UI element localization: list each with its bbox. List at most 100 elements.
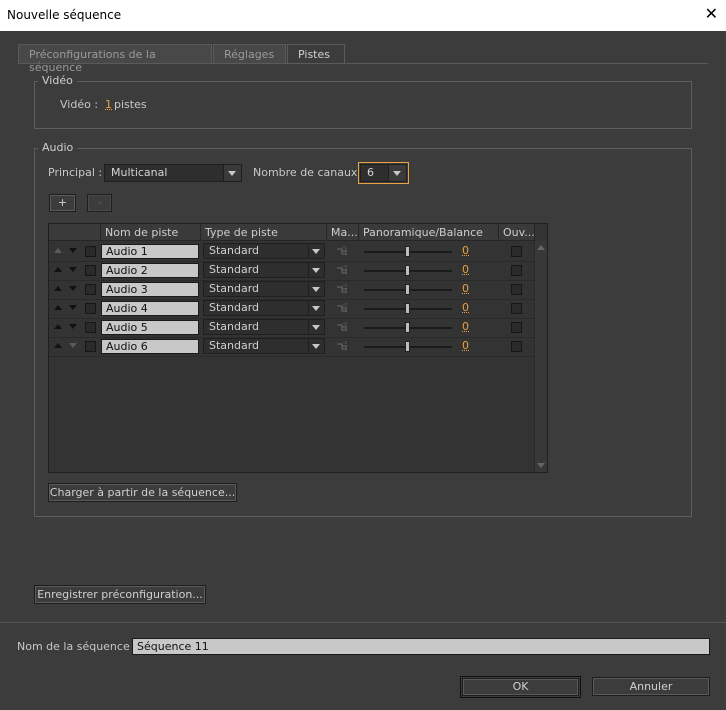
table-row[interactable]: Audio 6 Standard 0 xyxy=(49,337,535,357)
track-select-checkbox[interactable] xyxy=(85,303,96,314)
remove-track-button[interactable]: - xyxy=(87,194,112,212)
scroll-up-icon[interactable] xyxy=(537,245,545,250)
column-header-controls xyxy=(49,224,101,241)
open-track-checkbox[interactable] xyxy=(511,322,522,333)
cancel-button[interactable]: Annuler xyxy=(592,677,710,696)
channels-value: 6 xyxy=(367,166,374,179)
pan-slider-knob[interactable] xyxy=(405,265,410,276)
track-name-input[interactable]: Audio 6 xyxy=(101,339,199,354)
master-routing-icon xyxy=(337,303,347,313)
chevron-down-icon xyxy=(308,320,324,334)
principal-value: Multicanal xyxy=(111,166,168,179)
track-type-value: Standard xyxy=(209,282,260,295)
track-type-dropdown[interactable]: Standard xyxy=(203,262,325,278)
pan-value[interactable]: 0 xyxy=(462,282,469,295)
track-type-dropdown[interactable]: Standard xyxy=(203,243,325,259)
channels-dropdown[interactable]: 6 xyxy=(360,164,407,182)
track-select-checkbox[interactable] xyxy=(85,284,96,295)
table-row[interactable]: Audio 4 Standard 0 xyxy=(49,299,535,319)
pan-value[interactable]: 0 xyxy=(462,244,469,257)
pan-slider-knob[interactable] xyxy=(405,303,410,314)
chevron-down-icon xyxy=(308,339,324,353)
column-header-open[interactable]: Ouv... xyxy=(499,224,535,241)
column-header-name[interactable]: Nom de piste xyxy=(101,224,201,241)
master-routing-icon xyxy=(337,246,347,256)
save-preset-button[interactable]: Enregistrer préconfiguration... xyxy=(34,585,206,604)
move-down-icon[interactable] xyxy=(69,286,77,291)
track-name-input[interactable]: Audio 2 xyxy=(101,263,199,278)
column-header-pan[interactable]: Panoramique/Balance xyxy=(359,224,499,241)
track-select-checkbox[interactable] xyxy=(85,265,96,276)
open-track-checkbox[interactable] xyxy=(511,246,522,257)
move-up-icon[interactable] xyxy=(54,305,62,310)
table-row[interactable]: Audio 2 Standard 0 xyxy=(49,261,535,281)
pan-slider-knob[interactable] xyxy=(405,322,410,333)
pan-value[interactable]: 0 xyxy=(462,339,469,352)
track-name-input[interactable]: Audio 1 xyxy=(101,244,199,259)
track-type-value: Standard xyxy=(209,263,260,276)
track-select-checkbox[interactable] xyxy=(85,246,96,257)
track-select-checkbox[interactable] xyxy=(85,341,96,352)
table-row[interactable]: Audio 3 Standard 0 xyxy=(49,280,535,300)
move-up-icon[interactable] xyxy=(54,324,62,329)
move-up-icon xyxy=(54,248,62,253)
tab-tracks[interactable]: Pistes xyxy=(287,44,345,64)
principal-label: Principal : xyxy=(48,166,103,179)
pan-slider-knob[interactable] xyxy=(405,341,410,352)
pan-value[interactable]: 0 xyxy=(462,301,469,314)
tracks-table: Nom de piste Type de piste Ma... Panoram… xyxy=(48,223,548,473)
master-routing-icon xyxy=(337,265,347,275)
principal-dropdown[interactable]: Multicanal xyxy=(104,164,242,182)
move-up-icon[interactable] xyxy=(54,286,62,291)
move-down-icon[interactable] xyxy=(69,267,77,272)
track-type-dropdown[interactable]: Standard xyxy=(203,281,325,297)
sequence-name-input[interactable]: Séquence 11 xyxy=(132,638,710,655)
video-track-count[interactable]: 1 xyxy=(105,98,112,111)
open-track-checkbox[interactable] xyxy=(511,303,522,314)
move-down-icon[interactable] xyxy=(69,324,77,329)
chevron-down-icon xyxy=(223,165,241,181)
move-up-icon[interactable] xyxy=(54,343,62,348)
audio-group-label: Audio xyxy=(38,141,78,154)
ok-button[interactable]: OK xyxy=(462,678,579,696)
sequence-name-label: Nom de la séquence : xyxy=(17,640,137,653)
window-title: Nouvelle séquence xyxy=(7,8,122,22)
tab-divider xyxy=(18,63,708,64)
master-routing-icon xyxy=(337,284,347,294)
chevron-down-icon xyxy=(308,263,324,277)
chevron-down-icon xyxy=(388,165,406,181)
track-type-value: Standard xyxy=(209,244,260,257)
open-track-checkbox[interactable] xyxy=(511,284,522,295)
chevron-down-icon xyxy=(308,301,324,315)
video-group-label: Vidéo xyxy=(38,74,77,87)
move-up-icon[interactable] xyxy=(54,267,62,272)
track-type-value: Standard xyxy=(209,301,260,314)
move-down-icon[interactable] xyxy=(69,248,77,253)
close-icon[interactable]: ✕ xyxy=(705,4,718,23)
table-row[interactable]: Audio 1 Standard 0 xyxy=(49,242,535,262)
tab-presets[interactable]: Préconfigurations de la séquence xyxy=(18,44,212,74)
pan-slider-knob[interactable] xyxy=(405,246,410,257)
column-header-master[interactable]: Ma... xyxy=(327,224,359,241)
track-name-input[interactable]: Audio 3 xyxy=(101,282,199,297)
track-name-input[interactable]: Audio 5 xyxy=(101,320,199,335)
load-from-sequence-button[interactable]: Charger à partir de la séquence... xyxy=(48,483,237,502)
track-name-input[interactable]: Audio 4 xyxy=(101,301,199,316)
track-type-dropdown[interactable]: Standard xyxy=(203,300,325,316)
pan-slider-knob[interactable] xyxy=(405,284,410,295)
track-type-dropdown[interactable]: Standard xyxy=(203,319,325,335)
pan-value[interactable]: 0 xyxy=(462,263,469,276)
table-row[interactable]: Audio 5 Standard 0 xyxy=(49,318,535,338)
track-select-checkbox[interactable] xyxy=(85,322,96,333)
pan-value[interactable]: 0 xyxy=(462,320,469,333)
add-track-button[interactable]: + xyxy=(49,194,76,212)
column-header-type[interactable]: Type de piste xyxy=(201,224,327,241)
move-down-icon[interactable] xyxy=(69,305,77,310)
open-track-checkbox[interactable] xyxy=(511,341,522,352)
master-routing-icon xyxy=(337,322,347,332)
table-scrollbar[interactable] xyxy=(534,241,547,472)
scroll-down-icon[interactable] xyxy=(537,463,545,468)
tab-settings[interactable]: Réglages xyxy=(213,44,286,64)
open-track-checkbox[interactable] xyxy=(511,265,522,276)
track-type-dropdown[interactable]: Standard xyxy=(203,338,325,354)
